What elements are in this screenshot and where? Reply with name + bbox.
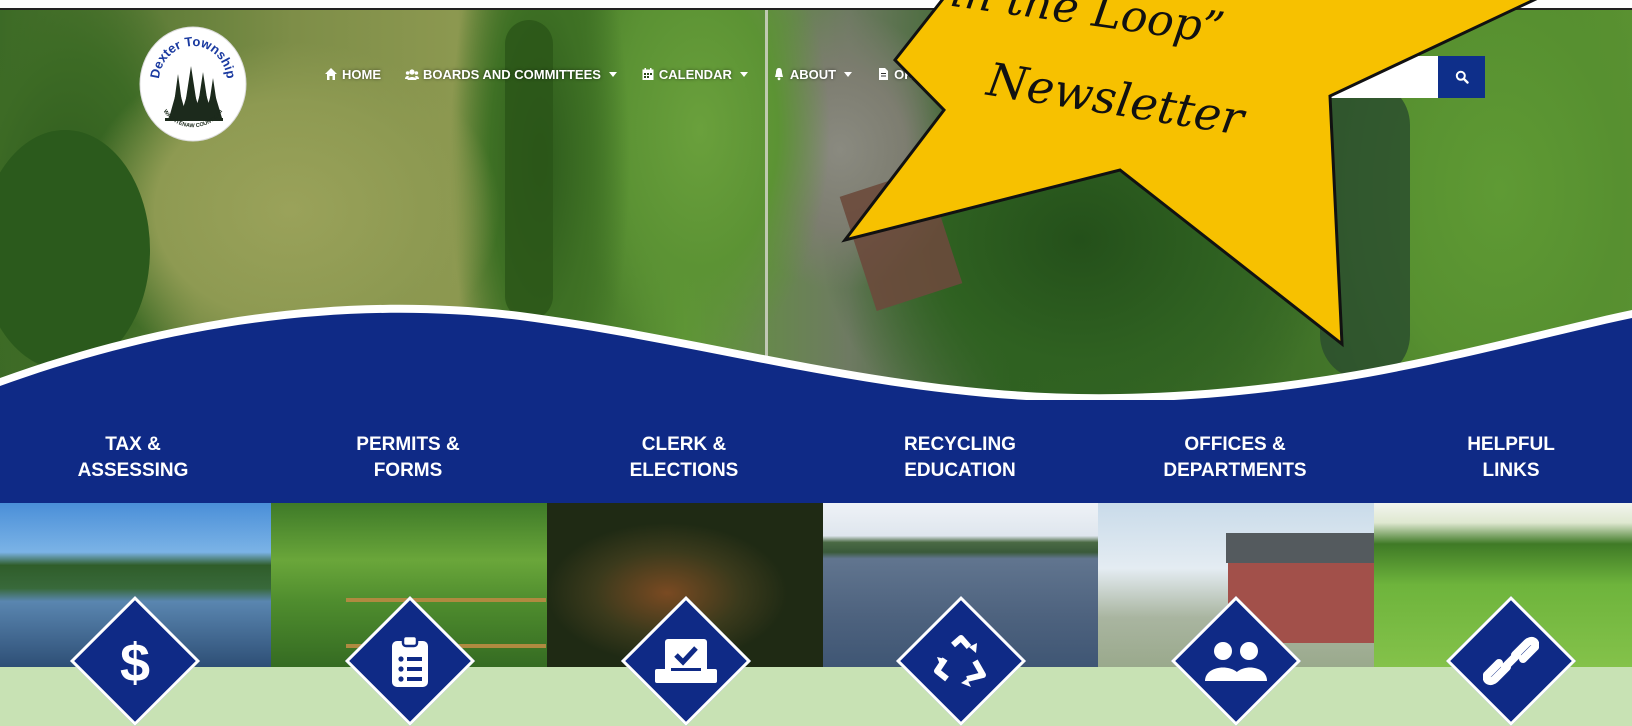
quick-link-line2: FORMS xyxy=(373,460,443,481)
quick-link-helpful-title[interactable]: HELPFUL LINKS xyxy=(1391,432,1631,484)
quick-link-line2: ASSESSING xyxy=(77,460,189,481)
quick-link-line2: EDUCATION xyxy=(904,460,1016,481)
top-border xyxy=(0,0,1632,10)
photo-barn-roof xyxy=(1226,533,1374,563)
chevron-down-icon xyxy=(739,71,748,77)
quick-link-line1: CLERK & xyxy=(641,434,727,455)
quick-link-line1: HELPFUL xyxy=(1467,434,1555,455)
nav-item-calendar[interactable]: CALENDAR xyxy=(641,67,748,82)
township-logo[interactable]: Dexter Township WASHTENAW COUNTY, MI xyxy=(139,26,247,142)
quick-link-line1: PERMITS & xyxy=(356,434,460,455)
quick-link-line2: LINKS xyxy=(1482,460,1540,481)
search-input[interactable] xyxy=(1330,56,1438,98)
search-button[interactable] xyxy=(1438,56,1485,98)
quick-link-clerk-title[interactable]: CLERK & ELECTIONS xyxy=(564,432,804,484)
users-icon xyxy=(405,69,419,80)
file-icon xyxy=(879,68,889,80)
nav-item-ordinances[interactable]: ORDI xyxy=(876,67,927,82)
nav-item-home[interactable]: HOME xyxy=(324,67,381,82)
nav-item-boards[interactable]: BOARDS AND COMMITTEES xyxy=(405,67,617,82)
quick-link-recycling-title[interactable]: RECYCLING EDUCATION xyxy=(840,432,1080,484)
nav-label: ORDI xyxy=(894,66,927,82)
chevron-down-icon xyxy=(844,71,853,77)
chevron-down-icon xyxy=(608,71,617,77)
main-nav: HOME BOARDS AND COMMITTEES CALENDAR ABOU… xyxy=(324,64,951,84)
nav-item-about[interactable]: ABOUT xyxy=(772,66,853,82)
nav-label: BOARDS AND COMMITTEES xyxy=(423,66,601,82)
bell-icon xyxy=(774,68,783,81)
quick-link-line2: DEPARTMENTS xyxy=(1163,460,1307,481)
home-icon xyxy=(325,68,337,80)
quick-link-tax-title[interactable]: TAX & ASSESSING xyxy=(13,432,253,484)
nav-label: HOME xyxy=(342,66,381,82)
calendar-icon xyxy=(642,68,654,80)
quick-link-permits-title[interactable]: PERMITS & FORMS xyxy=(288,432,528,484)
quick-link-offices-title[interactable]: OFFICES & DEPARTMENTS xyxy=(1115,432,1355,484)
nav-label: CALENDAR xyxy=(658,66,732,82)
quick-link-line2: ELECTIONS xyxy=(629,460,739,481)
quick-link-line1: OFFICES & xyxy=(1184,434,1286,455)
green-footer-strip xyxy=(0,667,1632,726)
nav-label: ABOUT xyxy=(789,66,837,82)
quick-link-line1: TAX & xyxy=(105,434,161,455)
search-icon xyxy=(1455,70,1469,84)
quick-link-line1: RECYCLING xyxy=(904,434,1016,455)
